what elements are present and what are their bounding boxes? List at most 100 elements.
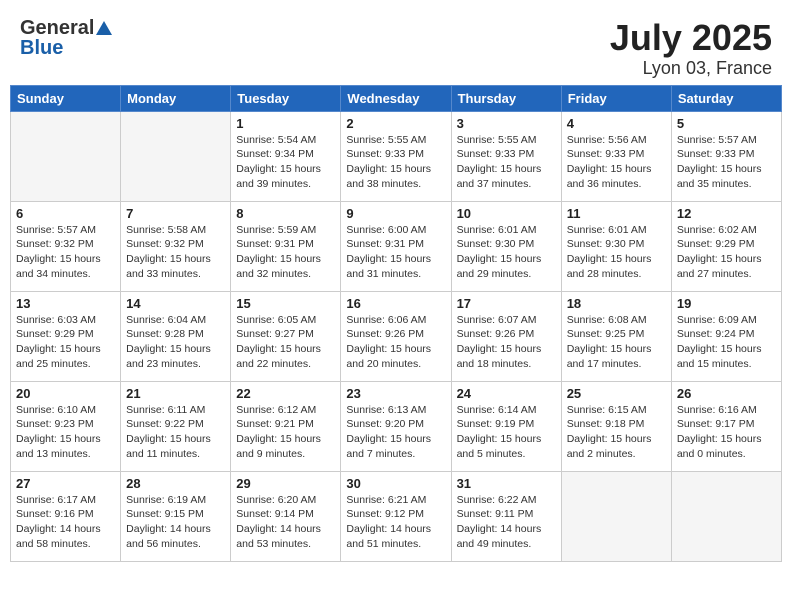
calendar-cell: [671, 471, 781, 561]
day-info: Sunrise: 6:10 AMSunset: 9:23 PMDaylight:…: [16, 403, 115, 462]
calendar-cell: 2 Sunrise: 5:55 AMSunset: 9:33 PMDaylight…: [341, 111, 451, 201]
month-year: July 2025: [610, 18, 772, 58]
day-info: Sunrise: 6:21 AMSunset: 9:12 PMDaylight:…: [346, 493, 445, 552]
calendar-cell: 4 Sunrise: 5:56 AMSunset: 9:33 PMDaylight…: [561, 111, 671, 201]
day-number: 23: [346, 386, 445, 401]
day-number: 3: [457, 116, 556, 131]
day-number: 26: [677, 386, 776, 401]
calendar-cell: [561, 471, 671, 561]
day-info: Sunrise: 6:15 AMSunset: 9:18 PMDaylight:…: [567, 403, 666, 462]
day-number: 17: [457, 296, 556, 311]
calendar-cell: 14 Sunrise: 6:04 AMSunset: 9:28 PMDayligh…: [121, 291, 231, 381]
weekday-header-friday: Friday: [561, 85, 671, 111]
day-number: 14: [126, 296, 225, 311]
calendar-cell: 18 Sunrise: 6:08 AMSunset: 9:25 PMDayligh…: [561, 291, 671, 381]
calendar-cell: 28 Sunrise: 6:19 AMSunset: 9:15 PMDayligh…: [121, 471, 231, 561]
day-info: Sunrise: 6:02 AMSunset: 9:29 PMDaylight:…: [677, 223, 776, 282]
day-number: 31: [457, 476, 556, 491]
day-number: 18: [567, 296, 666, 311]
calendar-cell: 9Sunrise: 6:00 AMSunset: 9:31 PMDaylight…: [341, 201, 451, 291]
calendar-cell: 1 Sunrise: 5:54 AMSunset: 9:34 PMDaylight…: [231, 111, 341, 201]
weekday-header-row: SundayMondayTuesdayWednesdayThursdayFrid…: [11, 85, 782, 111]
weekday-header-saturday: Saturday: [671, 85, 781, 111]
calendar-cell: 19 Sunrise: 6:09 AMSunset: 9:24 PMDayligh…: [671, 291, 781, 381]
day-number: 28: [126, 476, 225, 491]
day-number: 15: [236, 296, 335, 311]
day-info: Sunrise: 6:17 AMSunset: 9:16 PMDaylight:…: [16, 493, 115, 552]
day-number: 19: [677, 296, 776, 311]
calendar-cell: 22 Sunrise: 6:12 AMSunset: 9:21 PMDayligh…: [231, 381, 341, 471]
day-info: Sunrise: 6:05 AMSunset: 9:27 PMDaylight:…: [236, 313, 335, 372]
day-info: Sunrise: 6:08 AMSunset: 9:25 PMDaylight:…: [567, 313, 666, 372]
calendar-week-5: 27Sunrise: 6:17 AMSunset: 9:16 PMDayligh…: [11, 471, 782, 561]
day-info: Sunrise: 5:59 AMSunset: 9:31 PMDaylight:…: [236, 223, 335, 282]
weekday-header-monday: Monday: [121, 85, 231, 111]
day-number: 7: [126, 206, 225, 221]
calendar-cell: [121, 111, 231, 201]
day-number: 16: [346, 296, 445, 311]
calendar-cell: [11, 111, 121, 201]
calendar-week-1: 1 Sunrise: 5:54 AMSunset: 9:34 PMDaylight…: [11, 111, 782, 201]
day-info: Sunrise: 5:58 AMSunset: 9:32 PMDaylight:…: [126, 223, 225, 282]
day-info: Sunrise: 6:07 AMSunset: 9:26 PMDaylight:…: [457, 313, 556, 372]
calendar-cell: 27Sunrise: 6:17 AMSunset: 9:16 PMDayligh…: [11, 471, 121, 561]
day-info: Sunrise: 6:20 AMSunset: 9:14 PMDaylight:…: [236, 493, 335, 552]
calendar-week-2: 6 Sunrise: 5:57 AMSunset: 9:32 PMDaylight…: [11, 201, 782, 291]
day-info: Sunrise: 6:16 AMSunset: 9:17 PMDaylight:…: [677, 403, 776, 462]
calendar-cell: 24 Sunrise: 6:14 AMSunset: 9:19 PMDayligh…: [451, 381, 561, 471]
calendar-week-3: 13Sunrise: 6:03 AMSunset: 9:29 PMDayligh…: [11, 291, 782, 381]
logo-general-text: General: [20, 18, 94, 38]
day-number: 10: [457, 206, 556, 221]
day-info: Sunrise: 5:55 AMSunset: 9:33 PMDaylight:…: [457, 133, 556, 192]
day-info: Sunrise: 6:01 AMSunset: 9:30 PMDaylight:…: [567, 223, 666, 282]
day-info: Sunrise: 5:55 AMSunset: 9:33 PMDaylight:…: [346, 133, 445, 192]
calendar-cell: 6 Sunrise: 5:57 AMSunset: 9:32 PMDaylight…: [11, 201, 121, 291]
calendar-cell: 11Sunrise: 6:01 AMSunset: 9:30 PMDayligh…: [561, 201, 671, 291]
day-number: 8: [236, 206, 335, 221]
day-info: Sunrise: 6:01 AMSunset: 9:30 PMDaylight:…: [457, 223, 556, 282]
day-number: 4: [567, 116, 666, 131]
day-number: 20: [16, 386, 115, 401]
calendar-cell: 29 Sunrise: 6:20 AMSunset: 9:14 PMDayligh…: [231, 471, 341, 561]
calendar-cell: 25 Sunrise: 6:15 AMSunset: 9:18 PMDayligh…: [561, 381, 671, 471]
calendar-cell: 26 Sunrise: 6:16 AMSunset: 9:17 PMDayligh…: [671, 381, 781, 471]
logo-triangle-icon: [96, 21, 112, 35]
day-info: Sunrise: 6:03 AMSunset: 9:29 PMDaylight:…: [16, 313, 115, 372]
calendar-cell: 17 Sunrise: 6:07 AMSunset: 9:26 PMDayligh…: [451, 291, 561, 381]
calendar-cell: 8 Sunrise: 5:59 AMSunset: 9:31 PMDaylight…: [231, 201, 341, 291]
day-number: 2: [346, 116, 445, 131]
day-number: 22: [236, 386, 335, 401]
calendar-cell: 12Sunrise: 6:02 AMSunset: 9:29 PMDayligh…: [671, 201, 781, 291]
logo-blue-text: Blue: [20, 38, 63, 58]
day-info: Sunrise: 5:57 AMSunset: 9:32 PMDaylight:…: [16, 223, 115, 282]
weekday-header-tuesday: Tuesday: [231, 85, 341, 111]
day-number: 1: [236, 116, 335, 131]
day-number: 25: [567, 386, 666, 401]
day-number: 24: [457, 386, 556, 401]
day-info: Sunrise: 6:13 AMSunset: 9:20 PMDaylight:…: [346, 403, 445, 462]
calendar-cell: 5Sunrise: 5:57 AMSunset: 9:33 PMDaylight…: [671, 111, 781, 201]
calendar-cell: 20 Sunrise: 6:10 AMSunset: 9:23 PMDayligh…: [11, 381, 121, 471]
day-number: 5: [677, 116, 776, 131]
day-info: Sunrise: 6:06 AMSunset: 9:26 PMDaylight:…: [346, 313, 445, 372]
calendar-cell: 10 Sunrise: 6:01 AMSunset: 9:30 PMDayligh…: [451, 201, 561, 291]
weekday-header-wednesday: Wednesday: [341, 85, 451, 111]
day-info: Sunrise: 5:54 AMSunset: 9:34 PMDaylight:…: [236, 133, 335, 192]
day-info: Sunrise: 6:04 AMSunset: 9:28 PMDaylight:…: [126, 313, 225, 372]
day-info: Sunrise: 6:19 AMSunset: 9:15 PMDaylight:…: [126, 493, 225, 552]
calendar-cell: 7 Sunrise: 5:58 AMSunset: 9:32 PMDaylight…: [121, 201, 231, 291]
logo: General Blue: [20, 18, 112, 58]
day-info: Sunrise: 6:09 AMSunset: 9:24 PMDaylight:…: [677, 313, 776, 372]
day-info: Sunrise: 5:56 AMSunset: 9:33 PMDaylight:…: [567, 133, 666, 192]
day-number: 29: [236, 476, 335, 491]
day-number: 6: [16, 206, 115, 221]
calendar-cell: 16 Sunrise: 6:06 AMSunset: 9:26 PMDayligh…: [341, 291, 451, 381]
calendar-week-4: 20 Sunrise: 6:10 AMSunset: 9:23 PMDayligh…: [11, 381, 782, 471]
calendar-cell: 23 Sunrise: 6:13 AMSunset: 9:20 PMDayligh…: [341, 381, 451, 471]
day-info: Sunrise: 6:12 AMSunset: 9:21 PMDaylight:…: [236, 403, 335, 462]
day-info: Sunrise: 6:22 AMSunset: 9:11 PMDaylight:…: [457, 493, 556, 552]
day-info: Sunrise: 6:14 AMSunset: 9:19 PMDaylight:…: [457, 403, 556, 462]
weekday-header-thursday: Thursday: [451, 85, 561, 111]
calendar-cell: 30Sunrise: 6:21 AMSunset: 9:12 PMDayligh…: [341, 471, 451, 561]
calendar-cell: 21Sunrise: 6:11 AMSunset: 9:22 PMDayligh…: [121, 381, 231, 471]
